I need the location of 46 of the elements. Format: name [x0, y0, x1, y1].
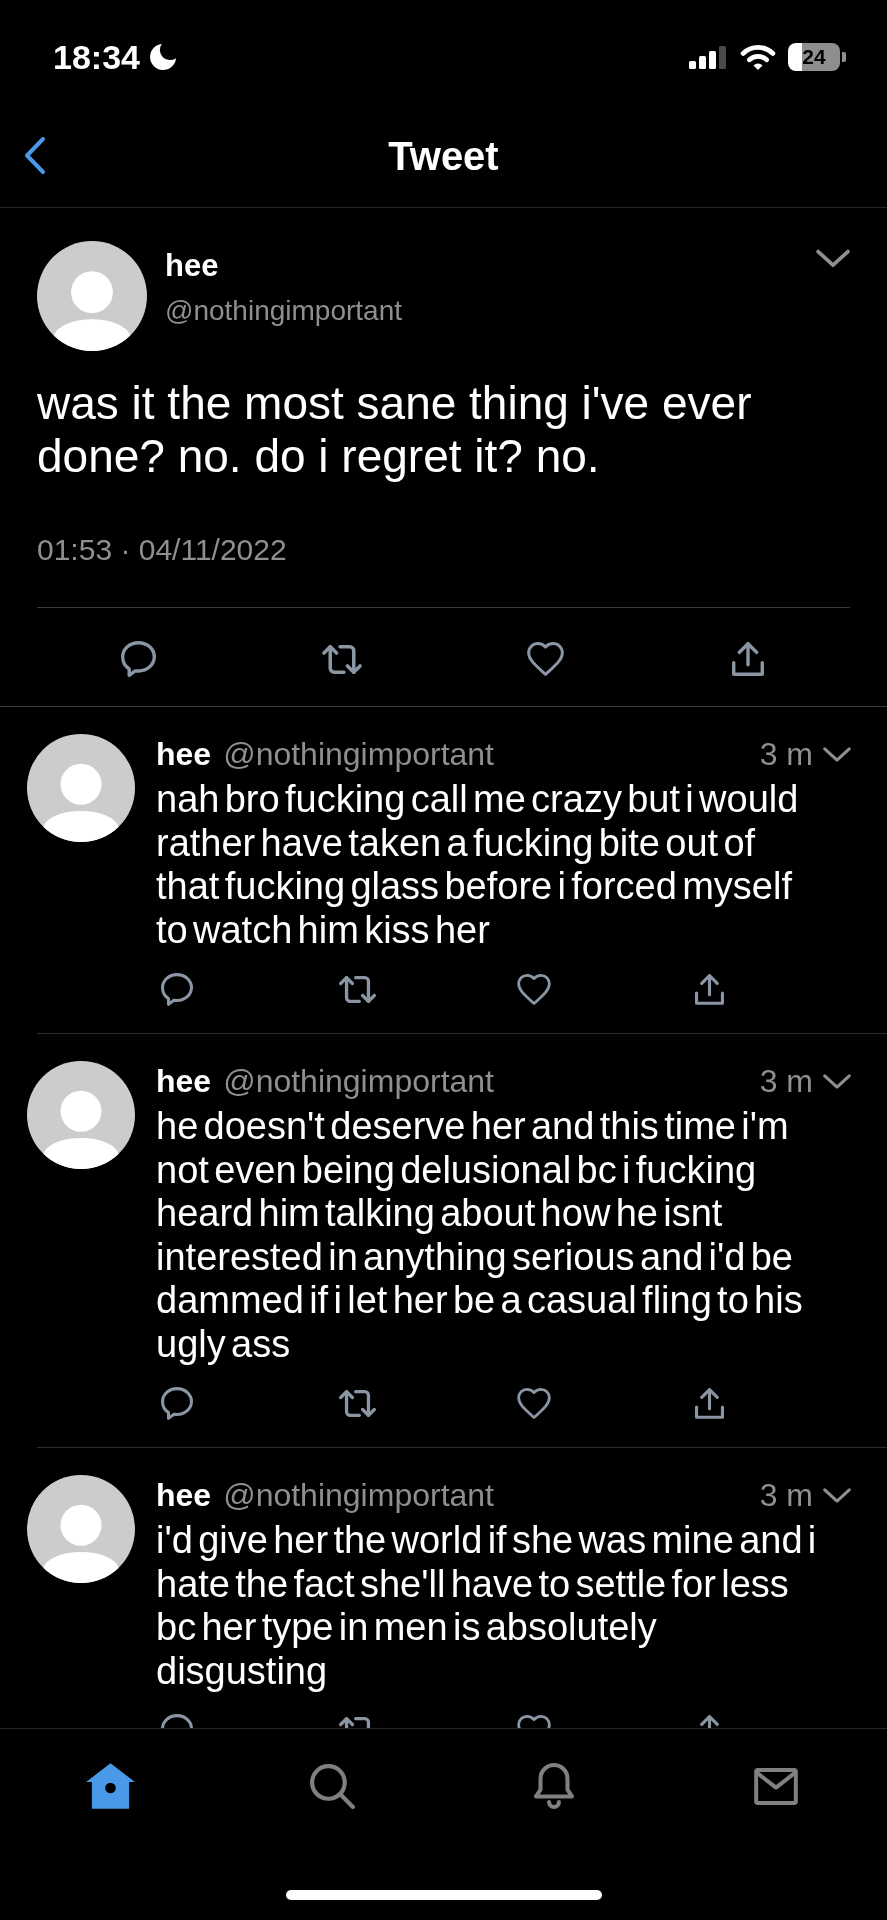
author-handle: @nothingimportant [223, 1062, 494, 1101]
reply-text: nah bro fucking call me crazy but i would rather have taken a fucking bite out of that fucking glass before i forced myself to watch him kiss her [156, 778, 800, 952]
moon-icon [149, 44, 176, 70]
envelope-icon[interactable] [754, 1767, 799, 1805]
share-icon[interactable] [695, 1387, 724, 1419]
author-name: hee [156, 1062, 212, 1101]
chevron-down-icon[interactable] [816, 249, 850, 268]
wifi-icon [740, 44, 776, 70]
chevron-down-icon[interactable] [823, 1073, 851, 1089]
tweet-text: was it the most sane thing i've ever done? no. do i regret it? no. [37, 377, 753, 483]
author-handle: @nothingimportant [223, 1476, 494, 1515]
share-icon[interactable] [695, 973, 724, 1005]
author-handle: @nothingimportant [223, 735, 494, 774]
tweet-timestamp: 01:53 · 04/11/2022 [37, 532, 287, 568]
reply-time: 3 m [759, 1476, 813, 1515]
reply-time: 3 m [759, 735, 813, 774]
author-name: hee [156, 1476, 212, 1515]
avatar-icon [27, 1061, 135, 1169]
avatar-icon [37, 241, 147, 351]
author-handle: @nothingimportant [165, 294, 402, 328]
chevron-down-icon[interactable] [823, 746, 851, 762]
loop-arrows-icon[interactable] [339, 975, 376, 1003]
avatar-icon [27, 734, 135, 842]
heart-icon[interactable] [517, 973, 551, 1005]
reply-text: he doesn't deserve her and this time i'm not even being delusional bc i fucking heard him talking about how he isnt interested in anything serious and i'd be dammed if i let her be a casual fling to his ugly ass [156, 1105, 804, 1366]
status-time: 18:34 [53, 37, 140, 77]
signal-icon [689, 45, 727, 69]
page-title: Tweet [388, 132, 499, 180]
speech-bubble-icon[interactable] [161, 1386, 193, 1420]
bell-icon[interactable] [534, 1763, 575, 1809]
author-name: hee [156, 735, 212, 774]
loop-arrows-icon[interactable] [339, 1389, 376, 1417]
reply-time: 3 m [759, 1062, 813, 1101]
chevron-down-icon[interactable] [823, 1487, 851, 1503]
heart-icon[interactable] [517, 1387, 551, 1419]
reply-text: i'd give her the world if she was mine and i hate the fact she'll have to settle for less bc her type in men is absolutely disgusting [156, 1519, 818, 1693]
back-icon[interactable] [22, 135, 47, 176]
speech-bubble-icon[interactable] [121, 641, 157, 677]
author-name: hee [165, 248, 219, 284]
share-icon[interactable] [732, 642, 765, 676]
battery-indicator: 24 [788, 43, 846, 71]
heart-icon[interactable] [526, 642, 564, 676]
loop-arrows-icon[interactable] [321, 644, 362, 674]
avatar-icon [27, 1475, 135, 1583]
speech-bubble-icon[interactable] [161, 972, 193, 1006]
search-icon[interactable] [310, 1763, 356, 1809]
